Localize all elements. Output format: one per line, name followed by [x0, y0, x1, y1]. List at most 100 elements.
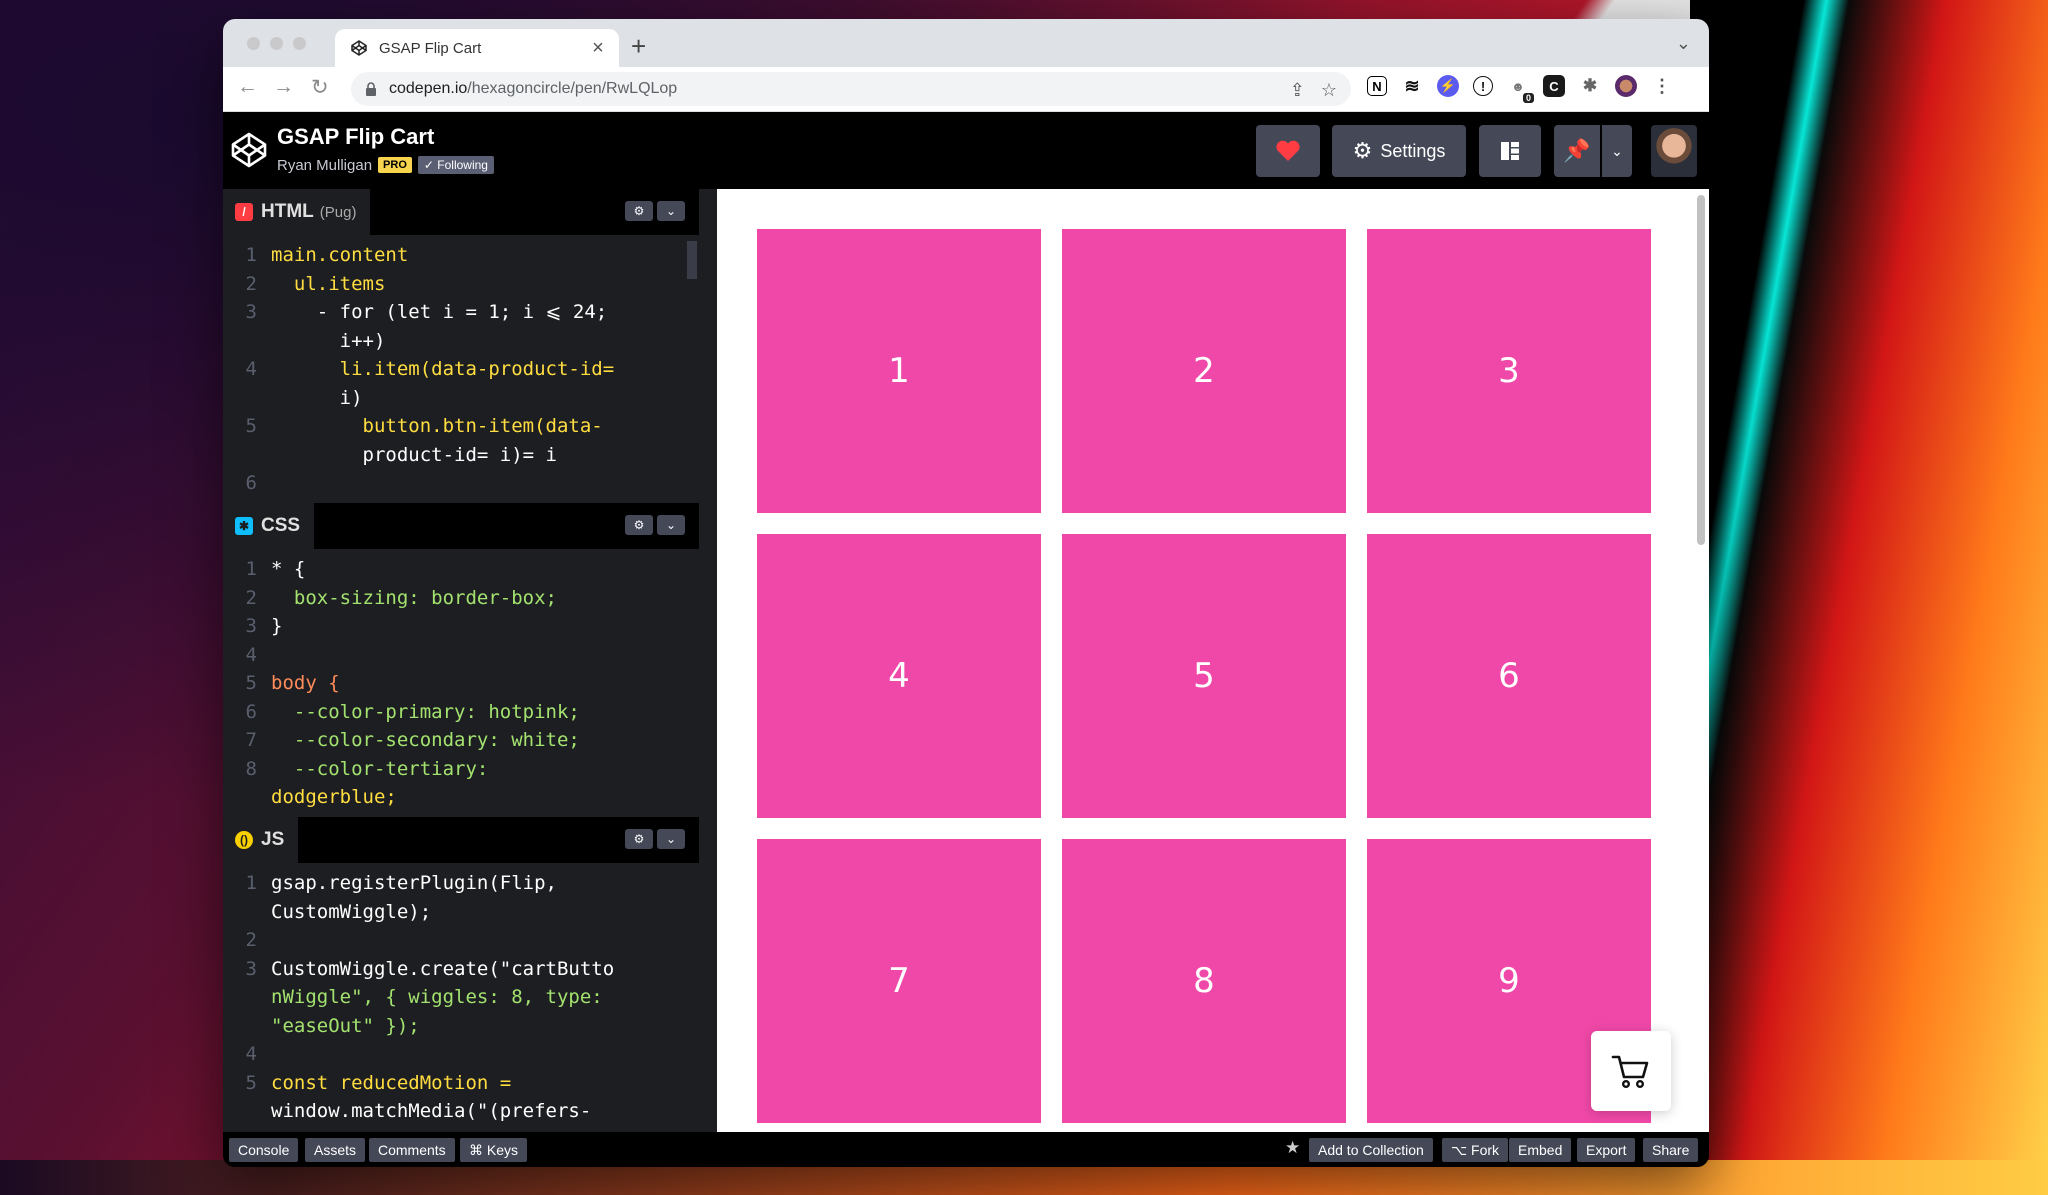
js-braces-icon: (): [235, 831, 253, 849]
js-editor-label: JS: [261, 829, 285, 850]
code-text: CustomWiggle.create("cartButto: [271, 957, 615, 980]
profile-avatar[interactable]: [1615, 75, 1637, 97]
product-item-button[interactable]: 5: [1062, 534, 1346, 818]
product-item-button[interactable]: 8: [1062, 839, 1346, 1123]
html-settings-gear-icon[interactable]: ⚙: [625, 201, 653, 221]
embed-button[interactable]: Embed: [1509, 1138, 1572, 1162]
line-number: 1: [245, 872, 257, 894]
layers-extension-icon[interactable]: ≋: [1401, 75, 1423, 97]
following-button[interactable]: ✓ Following: [417, 156, 494, 174]
close-tab-icon[interactable]: ×: [587, 37, 609, 60]
star-icon[interactable]: ★: [1285, 1138, 1300, 1158]
pen-title[interactable]: GSAP Flip Cart: [277, 124, 434, 150]
product-item-button[interactable]: 2: [1062, 229, 1346, 513]
code-line: 7 --color-secondary: white;: [223, 726, 699, 755]
export-button[interactable]: Export: [1577, 1138, 1636, 1162]
fork-button[interactable]: ⌥ Fork: [1442, 1138, 1509, 1162]
cart-button[interactable]: [1591, 1031, 1671, 1111]
browser-window: GSAP Flip Cart × + ⌄ ← → ↻ codepen.io/he…: [223, 19, 1709, 1167]
kebab-menu-icon[interactable]: ⋮: [1651, 75, 1673, 97]
codepen-logo-icon[interactable]: [229, 130, 269, 170]
html-collapse-chevron-icon[interactable]: ⌄: [657, 201, 685, 221]
puzzle-extensions-icon[interactable]: ✱: [1579, 75, 1601, 97]
js-editor-tab[interactable]: () JS: [223, 817, 299, 863]
js-code[interactable]: 1 gsap.registerPlugin(Flip, CustomWiggle)…: [223, 863, 699, 1126]
codepen-footer: Console Assets Comments ⌘ Keys ★ Add to …: [223, 1132, 1709, 1167]
code-text: i): [271, 386, 363, 409]
keys-button[interactable]: ⌘ Keys: [460, 1138, 528, 1162]
pro-badge: PRO: [378, 157, 412, 173]
pin-dropdown-button[interactable]: ⌄: [1602, 125, 1632, 177]
browser-tab[interactable]: GSAP Flip Cart ×: [335, 29, 619, 67]
line-number: 6: [245, 700, 257, 723]
line-number: [223, 783, 271, 812]
editor-resize-handle[interactable]: [699, 189, 717, 1132]
product-item-button[interactable]: 7: [757, 839, 1041, 1123]
codepen-extension-icon[interactable]: C: [1543, 75, 1565, 97]
change-view-button[interactable]: [1479, 125, 1541, 177]
new-tab-button[interactable]: +: [631, 31, 646, 62]
arc-extension-icon[interactable]: ⚡: [1437, 75, 1459, 97]
codepen-header: GSAP Flip Cart Ryan Mulligan PRO ✓ Follo…: [223, 112, 1709, 190]
minimize-window-button[interactable]: [270, 37, 283, 50]
forward-arrow-icon[interactable]: →: [273, 75, 294, 99]
html-editor[interactable]: / HTML (Pug) ⚙ ⌄ 1 main.content 2 ul.item…: [223, 189, 699, 503]
settings-button[interactable]: ⚙ Settings: [1332, 125, 1466, 177]
user-avatar[interactable]: [1651, 125, 1697, 177]
share-icon[interactable]: ⇪: [1290, 80, 1305, 101]
ghost-extension-icon[interactable]: ☻ 0: [1507, 75, 1534, 103]
line-number: 1: [245, 244, 257, 266]
onepassword-extension-icon[interactable]: !: [1473, 76, 1493, 96]
tab-strip: GSAP Flip Cart × + ⌄: [223, 19, 1709, 67]
css-editor-tab[interactable]: ✱ CSS: [223, 503, 315, 549]
preview-scrollbar[interactable]: [1697, 195, 1705, 545]
comments-button[interactable]: Comments: [369, 1138, 455, 1162]
js-settings-gear-icon[interactable]: ⚙: [625, 829, 653, 849]
js-editor[interactable]: () JS ⚙ ⌄ 1 gsap.registerPlugin(Flip, Cus…: [223, 817, 699, 1132]
code-text: product-id= i)= i: [271, 443, 557, 466]
code-text: "easeOut" });: [271, 1014, 420, 1037]
product-item-button[interactable]: 3: [1367, 229, 1651, 513]
assets-button[interactable]: Assets: [305, 1138, 366, 1162]
product-item-button[interactable]: 4: [757, 534, 1041, 818]
css-editor[interactable]: ✱ CSS ⚙ ⌄ 1 * { 2 box-sizing: border-box;…: [223, 503, 699, 817]
html-editor-scrollbar[interactable]: [687, 241, 697, 279]
code-text: body {: [271, 672, 340, 694]
css-collapse-chevron-icon[interactable]: ⌄: [657, 515, 685, 535]
author-name[interactable]: Ryan Mulligan: [277, 157, 372, 174]
cart-icon: [1611, 1055, 1649, 1089]
code-line: 3 - for (let i = 1; i ⩽ 24;: [223, 298, 699, 327]
line-number: 2: [245, 929, 257, 951]
css-code[interactable]: 1 * { 2 box-sizing: border-box; 3} 4 5 bod…: [223, 549, 699, 812]
maximize-window-button[interactable]: [293, 37, 306, 50]
line-number: [223, 983, 271, 1012]
js-editor-header: () JS ⚙ ⌄: [223, 817, 699, 863]
css-editor-controls: ⚙ ⌄: [625, 515, 685, 535]
notion-extension-icon[interactable]: N: [1367, 76, 1387, 96]
close-window-button[interactable]: [247, 37, 260, 50]
product-item-button[interactable]: 6: [1367, 534, 1651, 818]
html-editor-tab[interactable]: / HTML (Pug): [223, 189, 371, 235]
gear-icon: ⚙: [1352, 138, 1373, 163]
back-arrow-icon[interactable]: ←: [237, 75, 258, 99]
heart-button[interactable]: [1256, 125, 1320, 177]
line-number: [223, 327, 271, 356]
url-path: /hexagoncircle/pen/RwLQLop: [467, 80, 678, 97]
pin-button[interactable]: 📌: [1554, 125, 1600, 177]
code-text: li.item(data-product-id=: [271, 358, 615, 380]
html-code[interactable]: 1 main.content 2 ul.items 3 - for (let i …: [223, 235, 699, 498]
share-button[interactable]: Share: [1643, 1138, 1699, 1162]
extension-badge: 0: [1522, 93, 1534, 103]
line-number: 5: [245, 672, 257, 694]
line-number: 7: [245, 729, 257, 751]
console-button[interactable]: Console: [229, 1138, 299, 1162]
add-to-collection-button[interactable]: Add to Collection: [1309, 1138, 1433, 1162]
reload-icon[interactable]: ↻: [311, 75, 329, 100]
code-line: CustomWiggle);: [223, 898, 699, 927]
address-bar[interactable]: codepen.io/hexagoncircle/pen/RwLQLop ⇪ ☆: [351, 72, 1351, 106]
js-collapse-chevron-icon[interactable]: ⌄: [657, 829, 685, 849]
star-bookmark-icon[interactable]: ☆: [1321, 80, 1337, 101]
chevron-down-icon[interactable]: ⌄: [1676, 33, 1691, 54]
css-settings-gear-icon[interactable]: ⚙: [625, 515, 653, 535]
product-item-button[interactable]: 1: [757, 229, 1041, 513]
